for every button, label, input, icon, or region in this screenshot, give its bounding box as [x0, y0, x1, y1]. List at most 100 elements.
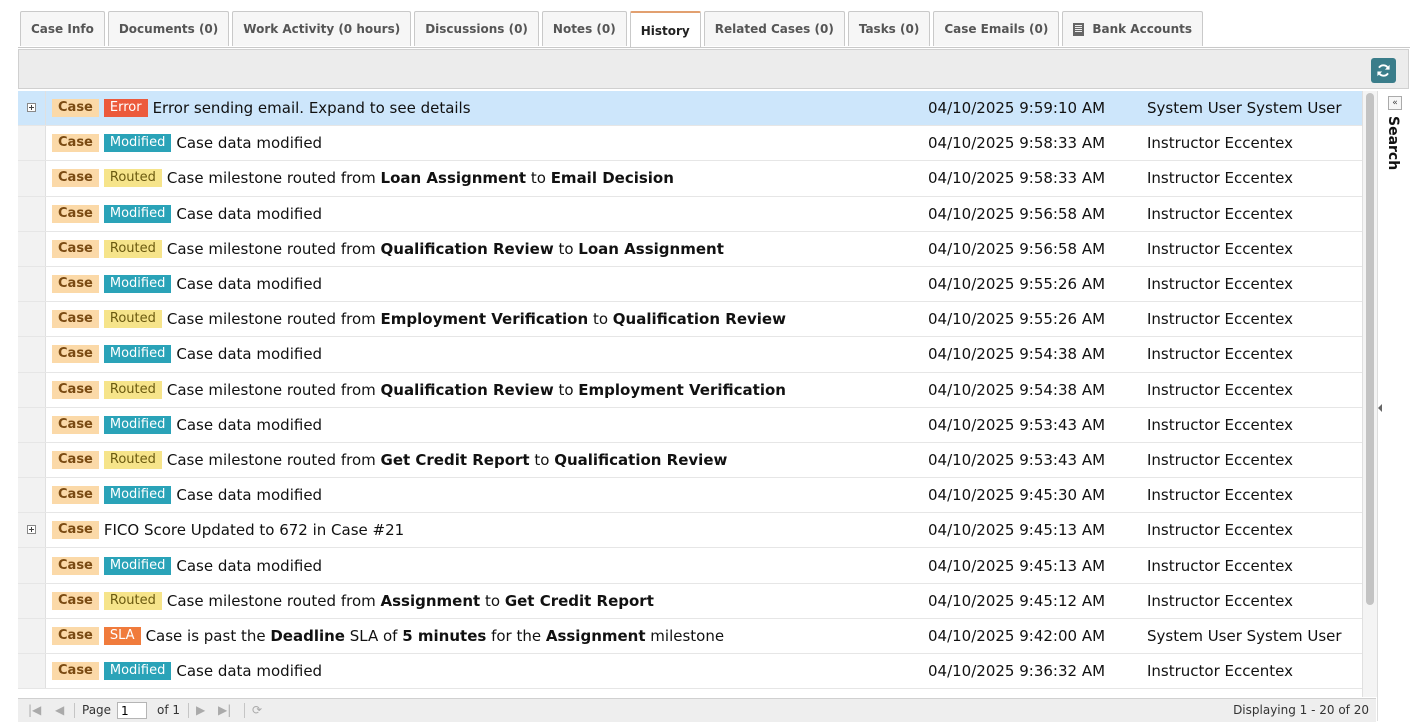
tab-related-cases-0[interactable]: Related Cases (0) [703, 11, 845, 46]
history-date: 04/10/2025 9:56:58 AM [928, 239, 1106, 258]
history-row[interactable]: Case Modified Case data modified 04/10/2025… [18, 266, 1362, 303]
history-row[interactable]: Case Routed Case milestone routed from Qua… [18, 231, 1362, 267]
tab-case-info[interactable]: Case Info [20, 11, 105, 46]
refresh-icon [1377, 64, 1390, 77]
tab-label: Notes (0) [552, 22, 616, 36]
history-date: 04/10/2025 9:54:38 AM [928, 345, 1106, 364]
case-badge: Case [52, 591, 99, 610]
message-highlight: Assignment [380, 591, 481, 610]
history-date: 04/10/2025 9:55:26 AM [928, 275, 1106, 294]
routed-badge: Routed [103, 591, 162, 610]
history-entry: Case Routed Case milestone routed from Emp… [52, 302, 786, 336]
prev-page-icon[interactable]: ◀ [55, 703, 64, 717]
tab-work-activity-0-hours[interactable]: Work Activity (0 hours) [232, 11, 412, 46]
row-gutter [18, 161, 46, 196]
tab-case-emails-0[interactable]: Case Emails (0) [933, 11, 1060, 46]
message-text: Case milestone routed from [166, 591, 381, 610]
row-gutter [18, 513, 46, 548]
tab-label: History [640, 23, 690, 38]
tab-history[interactable]: History [629, 11, 701, 48]
history-row[interactable]: Case Modified Case data modified 04/10/2025… [18, 196, 1362, 232]
message-highlight: 5 minutes [402, 626, 487, 645]
message-highlight: Email Decision [550, 169, 674, 188]
tab-tasks-0[interactable]: Tasks (0) [847, 11, 931, 46]
message-text: to [553, 380, 579, 399]
panel-splitter-arrow-icon[interactable] [1378, 404, 1382, 412]
history-date: 04/10/2025 9:58:33 AM [928, 169, 1106, 188]
message-highlight: Assignment [545, 626, 646, 645]
message-text: Case data modified [176, 204, 323, 223]
vertical-scrollbar[interactable] [1362, 91, 1377, 697]
history-row[interactable]: Case FICO Score Updated to 672 in Case #2… [18, 513, 1362, 549]
tab-bar: Case Info Documents (0) Work Activity (0 h… [20, 11, 1204, 48]
modified-badge: Modified [103, 275, 172, 294]
row-gutter [18, 548, 46, 583]
history-row[interactable]: Case Modified Case data modified 04/10/2025… [18, 654, 1362, 690]
next-page-icon[interactable]: ▶ [196, 703, 205, 717]
history-row[interactable]: Case Modified Case data modified 04/10/2025… [18, 126, 1362, 162]
history-grid: Case Error Error sending email. Expand to … [18, 91, 1362, 697]
message-text: Case data modified [176, 345, 323, 364]
history-row[interactable]: Case Modified Case data modified 04/10/2025… [18, 548, 1362, 584]
case-badge: Case [52, 380, 99, 399]
row-gutter [18, 442, 46, 478]
row-gutter [18, 583, 46, 618]
last-page-icon[interactable]: ▶| [218, 703, 231, 717]
message-text: Case is past the [145, 626, 271, 645]
message-text: Case milestone routed from [166, 450, 381, 469]
tab-notes-0[interactable]: Notes (0) [541, 11, 627, 46]
history-date: 04/10/2025 9:56:58 AM [928, 204, 1106, 223]
routed-badge: Routed [103, 380, 162, 399]
tab-bank-accounts[interactable]: Bank Accounts [1062, 11, 1204, 46]
history-row[interactable]: Case Error Error sending email. Expand to … [18, 91, 1362, 127]
refresh-button[interactable] [1371, 58, 1396, 83]
history-entry: Case Modified Case data modified [52, 267, 322, 301]
message-text: SLA of [344, 626, 403, 645]
history-user: Instructor Eccentex [1147, 310, 1293, 329]
history-row[interactable]: Case Routed Case milestone routed from Qua… [18, 372, 1362, 408]
sla-badge: SLA [103, 626, 141, 645]
history-message: FICO Score Updated to 672 in Case #21 [104, 521, 404, 539]
history-entry: Case Modified Case data modified [52, 408, 322, 442]
case-badge: Case [52, 626, 99, 645]
expand-row-icon[interactable] [27, 525, 36, 535]
reload-icon[interactable]: ⟳ [252, 703, 262, 717]
tab-documents-0[interactable]: Documents (0) [107, 11, 230, 46]
history-row[interactable]: Case SLA Case is past the Deadline SLA of … [18, 618, 1362, 654]
history-row[interactable]: Case Modified Case data modified 04/10/2025… [18, 407, 1362, 443]
history-message: Case milestone routed from Employment Ve… [167, 310, 786, 328]
history-row[interactable]: Case Routed Case milestone routed from Emp… [18, 302, 1362, 338]
history-row[interactable]: Case Modified Case data modified 04/10/2025… [18, 337, 1362, 373]
expand-panel-icon[interactable]: « [1388, 96, 1402, 110]
first-page-icon[interactable]: |◀ [28, 703, 41, 717]
history-message: Case milestone routed from Get Credit Re… [167, 451, 727, 469]
case-badge: Case [52, 486, 99, 505]
history-row[interactable]: Case Routed Case milestone routed from Loa… [18, 161, 1362, 197]
scrollbar-thumb[interactable] [1366, 93, 1374, 605]
case-badge: Case [52, 275, 99, 294]
history-row[interactable]: Case Modified Case data modified 04/10/2025… [18, 478, 1362, 514]
message-text: to [526, 169, 551, 188]
history-user: Instructor Eccentex [1147, 345, 1293, 364]
history-message: Case milestone routed from Qualification… [167, 381, 786, 399]
expand-row-icon[interactable] [27, 103, 36, 113]
modified-badge: Modified [103, 415, 172, 434]
page-number-input[interactable] [117, 702, 147, 719]
modified-badge: Modified [103, 556, 172, 575]
history-user: Instructor Eccentex [1147, 134, 1293, 153]
history-date: 04/10/2025 9:53:43 AM [928, 450, 1106, 469]
history-row[interactable]: Case Routed Case milestone routed from Ass… [18, 583, 1362, 619]
history-message: Case is past the Deadline SLA of 5 minut… [146, 627, 725, 645]
search-panel-label[interactable]: Search [1385, 116, 1401, 170]
message-text: to [529, 450, 555, 469]
history-date: 04/10/2025 9:45:30 AM [928, 486, 1106, 505]
history-user: Instructor Eccentex [1147, 415, 1293, 434]
page-count-label: of 1 [157, 703, 181, 717]
history-row[interactable]: Case Routed Case milestone routed from Get… [18, 442, 1362, 479]
message-highlight: Loan Assignment [578, 239, 724, 258]
history-user: Instructor Eccentex [1147, 450, 1293, 469]
tab-discussions-0[interactable]: Discussions (0) [414, 11, 539, 46]
message-text: Case data modified [176, 556, 323, 575]
history-date: 04/10/2025 9:42:00 AM [928, 626, 1106, 645]
row-gutter [18, 654, 46, 689]
